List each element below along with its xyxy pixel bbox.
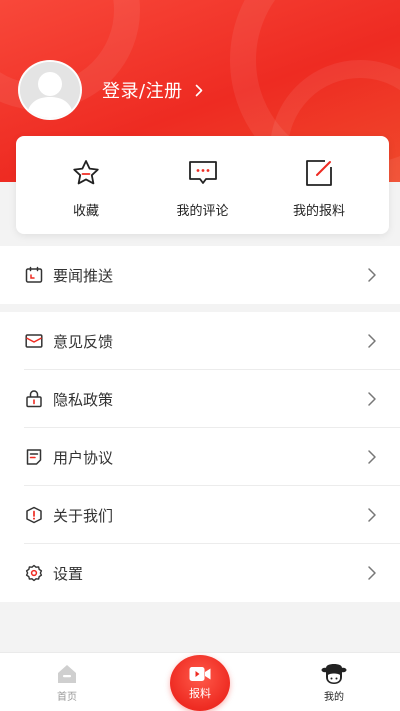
- favorites-label: 收藏: [72, 204, 99, 219]
- info-shield-icon: [24, 505, 44, 525]
- user-agreement-label: 用户协议: [53, 448, 114, 467]
- home-icon: [58, 665, 76, 683]
- about-us-label: 关于我们: [53, 506, 114, 525]
- news-push-label: 要闻推送: [53, 266, 114, 285]
- feedback-label: 意见反馈: [53, 332, 114, 351]
- chevron-right-icon: [368, 268, 376, 282]
- avatar[interactable]: [18, 60, 82, 120]
- chevron-right-icon: [368, 334, 376, 348]
- my-reports-button[interactable]: 我的报料: [273, 136, 365, 234]
- report-button-label: 报料: [189, 687, 211, 700]
- mail-icon: [24, 331, 44, 351]
- tab-home-label: 首页: [57, 692, 77, 703]
- settings-label: 设置: [53, 564, 84, 583]
- tab-mine[interactable]: 我的: [304, 663, 364, 703]
- lock-icon: [24, 389, 44, 409]
- privacy-policy-label: 隐私政策: [53, 390, 114, 409]
- chevron-right-icon: [195, 84, 202, 96]
- feedback-item[interactable]: 意见反馈: [0, 312, 400, 370]
- user-agreement-item[interactable]: 用户协议: [0, 428, 400, 486]
- edit-icon: [306, 160, 332, 186]
- about-us-item[interactable]: 关于我们: [0, 486, 400, 544]
- chevron-right-icon: [368, 566, 376, 580]
- push-section: 要闻推送: [0, 246, 400, 304]
- default-avatar-icon: [20, 62, 80, 118]
- gear-icon: [24, 563, 44, 583]
- my-reports-label: 我的报料: [292, 204, 345, 219]
- quick-actions-card: 收藏 我的评论 我的报料: [16, 136, 389, 234]
- calendar-icon: [24, 265, 44, 285]
- my-comments-button[interactable]: 我的评论: [157, 136, 249, 234]
- chevron-right-icon: [368, 508, 376, 522]
- tab-home[interactable]: 首页: [37, 663, 97, 703]
- report-button[interactable]: 报料: [170, 655, 230, 711]
- profile-area[interactable]: 登录/注册: [18, 60, 203, 120]
- cow-face-icon: [321, 664, 347, 684]
- login-register-label: 登录/注册: [102, 81, 183, 102]
- login-register-link[interactable]: 登录/注册: [102, 77, 203, 103]
- privacy-policy-item[interactable]: 隐私政策: [0, 370, 400, 428]
- chevron-right-icon: [368, 450, 376, 464]
- comment-icon: [188, 161, 217, 184]
- tab-mine-label: 我的: [324, 692, 344, 703]
- favorites-button[interactable]: 收藏: [40, 136, 132, 234]
- settings-section: 意见反馈 隐私政策 用户协议 关于我们 设置: [0, 312, 400, 602]
- chevron-right-icon: [368, 392, 376, 406]
- my-comments-label: 我的评论: [176, 204, 229, 219]
- star-icon: [73, 160, 99, 185]
- document-icon: [24, 447, 44, 467]
- news-push-item[interactable]: 要闻推送: [0, 246, 400, 304]
- settings-item[interactable]: 设置: [0, 544, 400, 602]
- video-camera-icon: [189, 667, 211, 681]
